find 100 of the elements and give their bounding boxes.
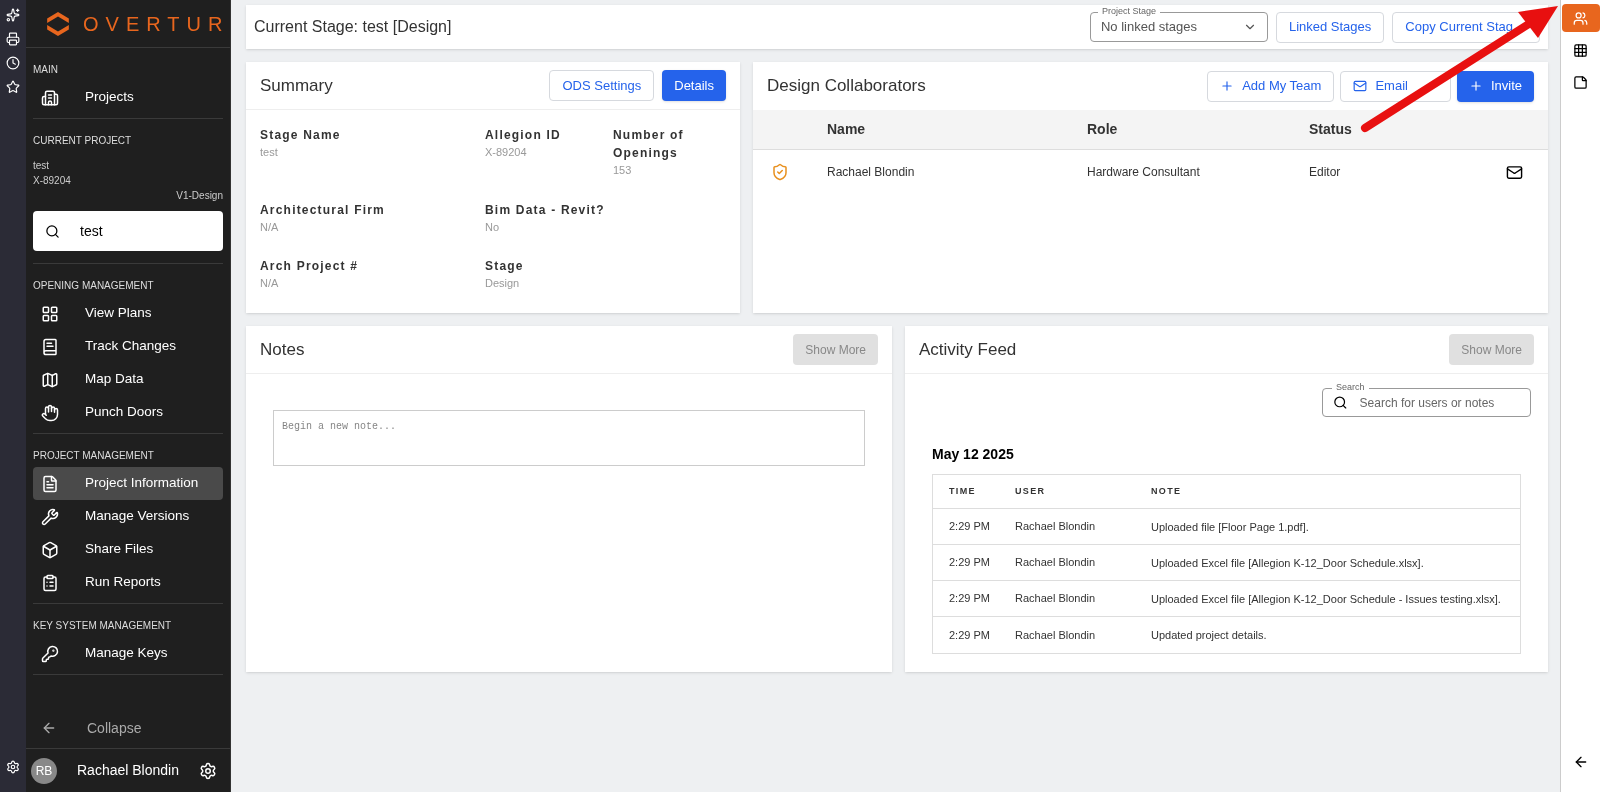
field-label: Stage [485,258,525,275]
nav-item[interactable]: Projects [33,81,223,114]
stage-title: Current Stage: test [Design] [254,17,453,37]
table-cell-text: Rachael Blondin [1015,555,1097,571]
user-name: Rachael Blondin [77,761,180,780]
search-label: Search [1332,382,1369,393]
section-title: KEY SYSTEM MANAGEMENT [33,619,173,633]
settings-icon[interactable] [6,760,20,774]
nav-item[interactable]: Manage Versions [33,500,223,533]
table-cell-text: 2:29 PM [949,627,991,643]
note-field[interactable]: Begin a new note... [273,410,865,466]
sparkle-icon[interactable] [6,8,20,22]
field-label: Arch Project # [260,258,360,275]
grid-icon [1573,42,1588,58]
star-icon[interactable] [6,80,20,94]
collaborator-button[interactable]: Add My Team [1207,70,1335,102]
table-cell-text: Uploaded Excel file [Allegion K-12_Door Schedule - Issues testing.xlsx]. [1151,592,1502,605]
section-title: CURRENT PROJECT [33,134,133,148]
table-cell-text: 2:29 PM [949,591,991,607]
people-icon [1573,10,1588,26]
table-cell-text: Rachael Blondin [1015,591,1097,607]
printer-icon[interactable] [6,32,20,46]
table-cell-text: Rachael Blondin [1015,627,1097,643]
card-title: Notes [260,338,306,361]
date-heading: May 12 2025 [932,445,1015,464]
table-cell-text: Hardware Consultant [1086,164,1201,181]
field-value: X-89204 [485,145,528,160]
nav-item[interactable]: Run Reports [33,566,223,599]
clock-icon[interactable] [6,56,20,70]
version-label: V1-Design [175,189,223,203]
field-label: Number of Openings [613,127,685,162]
field-value: N/A [260,276,280,291]
box-icon [41,540,59,559]
summary-button[interactable]: Details [662,70,726,101]
project-id: X-89204 [33,174,72,188]
logo-icon [45,10,71,37]
building-icon [41,88,59,107]
field-label: Stage Name [260,127,342,144]
nav-item[interactable]: Project Information [33,467,223,500]
table-cell-text: Uploaded file [Floor Page 1.pdf]. [1151,520,1310,533]
table-cell-text: 2:29 PM [949,555,991,571]
search-icon [1333,395,1348,410]
card-title: Activity Feed [919,338,1018,361]
field-label: Allegion ID [485,127,562,144]
search-input[interactable]: Search for users or notes [1359,393,1520,412]
field-value: Design [485,276,521,291]
clipboard-icon [41,573,59,592]
collaborator-button[interactable]: Invite [1456,70,1534,102]
key-icon [41,644,59,663]
card-title: Summary [260,74,334,97]
search-icon [45,223,60,239]
column-header: Name [826,120,867,139]
avatar[interactable]: RB [31,757,57,784]
mail-icon[interactable] [1506,163,1523,181]
field-label: Bim Data - Revit? [485,201,606,219]
settings-icon[interactable] [199,761,217,780]
collapse-button[interactable]: Collapse [33,708,223,748]
field-label: Architectural Firm [260,201,386,219]
field-value: N/A [260,219,280,235]
nav-item[interactable]: Manage Keys [33,637,223,670]
grid-icon [41,304,59,323]
project-name: test [33,159,51,173]
section-title: OPENING MANAGEMENT [33,279,155,293]
plus-icon [1468,79,1483,93]
select-label: Project Stage [1097,6,1160,17]
section-title: PROJECT MANAGEMENT [33,449,155,463]
table-cell-text: 2:29 PM [949,519,991,535]
table-cell-text: Rachael Blondin [1015,519,1097,535]
document-icon [41,474,59,493]
nav-item[interactable]: Map Data [33,363,223,396]
section-title: MAIN [33,63,59,77]
wrench-icon [41,507,59,526]
logo-text: OVERTUR [83,11,230,37]
project-search-field[interactable]: test [33,211,223,251]
table-cell-text: Updated project details. [1151,629,1268,641]
table-cell-text: Editor [1308,164,1342,181]
column-header: Role [1086,120,1119,139]
search-input[interactable]: test [80,220,200,242]
field-value: No [485,219,501,235]
note-icon [1573,74,1588,90]
column-header: TIME [949,484,977,498]
column-header: USER [1015,484,1047,498]
table-cell-text: Rachael Blondin [826,164,916,181]
field-value: 153 [613,163,633,178]
mail-icon [1353,79,1368,93]
field-value: test [260,145,279,160]
nav-item[interactable]: View Plans [33,297,223,330]
shield-check-icon [771,163,789,181]
summary-button[interactable]: ODS Settings [549,70,655,101]
nav-item[interactable]: Share Files [33,533,223,566]
header-button[interactable]: Linked Stages [1275,11,1385,43]
plus-icon [1220,79,1235,93]
table-cell-text: Uploaded Excel file [Allegion K-12_Door Schedule.xlsx]. [1151,556,1425,569]
column-header: Status [1308,120,1353,139]
column-header: NOTE [1151,484,1183,498]
nav-item[interactable]: Track Changes [33,330,223,363]
nav-item[interactable]: Punch Doors [33,396,223,429]
arrow-left-icon [41,720,57,736]
book-icon [41,337,59,356]
map-icon [41,370,59,389]
